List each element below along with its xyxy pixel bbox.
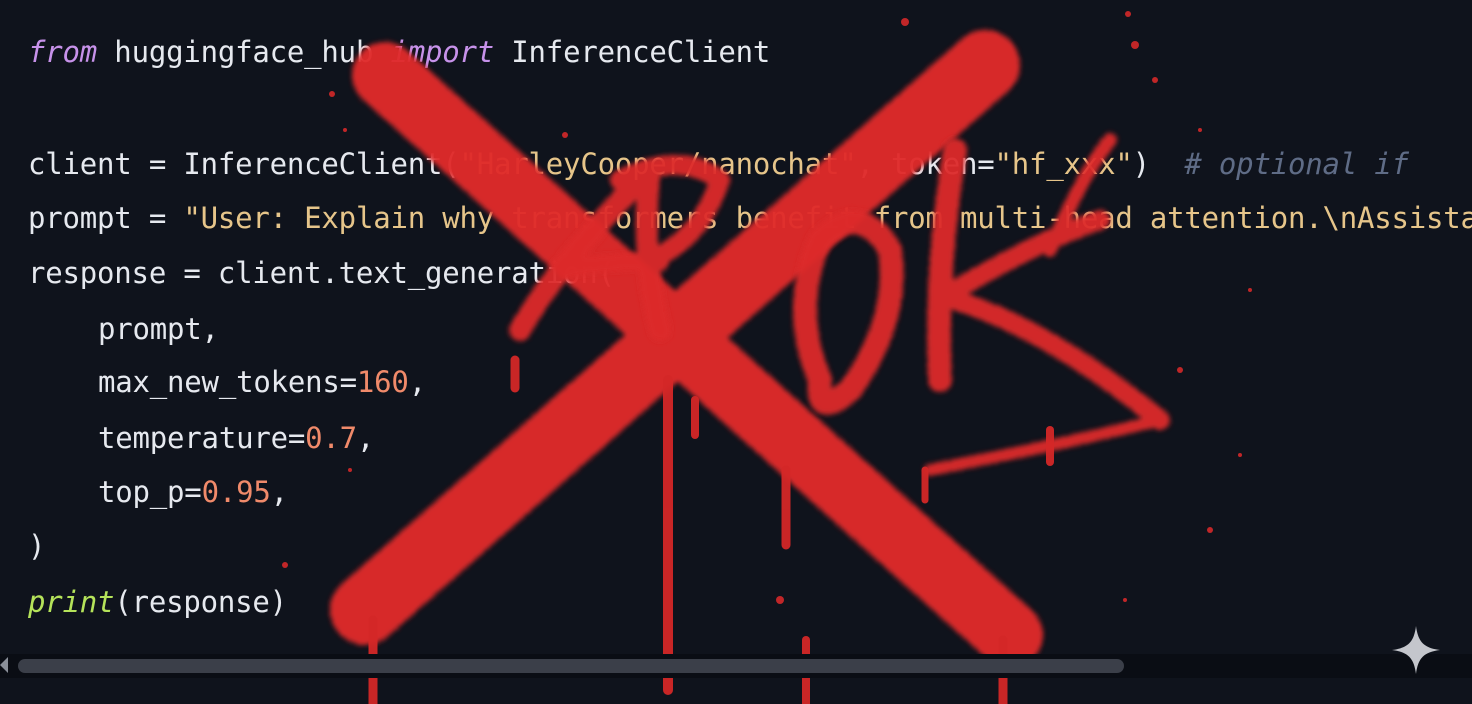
scrollbar-thumb[interactable] [18,659,1124,673]
token-param: , token= [856,147,995,181]
print-args: (response) [114,585,287,619]
value-top-p: 0.95 [201,475,271,509]
model-string: "HarleyCooper/nanochat" [459,147,857,181]
value-temperature: 0.7 [305,421,357,455]
prompt-string: "User: Explain why transformers benefit … [183,201,1472,235]
value-max-new-tokens: 160 [356,365,409,399]
code-line-11: print(response) [28,582,287,622]
keyword-from: from [28,35,98,69]
client-assign: client = InferenceClient( [28,147,460,181]
scroll-left-arrow-icon[interactable] [0,657,8,673]
code-line-10: ) [28,526,45,566]
code-line-1: from huggingface_hub import InferenceCli… [28,32,770,72]
code-block: from huggingface_hub import InferenceCli… [0,0,1472,650]
comment: # optional if [1184,147,1409,181]
comma: , [270,475,288,509]
code-line-7: max_new_tokens=160, [98,362,426,402]
sparkle-icon [1392,626,1440,674]
arg-max-new-tokens: max_new_tokens= [98,365,357,399]
code-line-8: temperature=0.7, [98,418,374,458]
keyword-import: import [390,35,495,69]
code-line-4: prompt = "User: Explain why transformers… [28,198,1472,238]
comma: , [356,421,375,455]
token-string: "hf_xxx" [994,147,1133,181]
code-line-5: response = client.text_generation( [28,253,615,293]
arg-top-p: top_p= [98,475,202,509]
print-function: print [28,585,115,619]
arg-temperature: temperature= [98,421,306,455]
code-line-6: prompt, [98,309,219,349]
close-paren: ) [1132,147,1185,181]
import-name: InferenceClient [494,35,771,69]
close-call: ) [28,529,46,563]
module-name: huggingface_hub [97,35,391,69]
prompt-assign: prompt = [28,201,184,235]
code-line-9: top_p=0.95, [98,472,288,512]
arg-prompt: prompt, [98,312,219,346]
response-assign: response = client.text_generation( [28,256,615,290]
comma: , [408,365,426,399]
code-line-3: client = InferenceClient("HarleyCooper/n… [28,144,1409,184]
